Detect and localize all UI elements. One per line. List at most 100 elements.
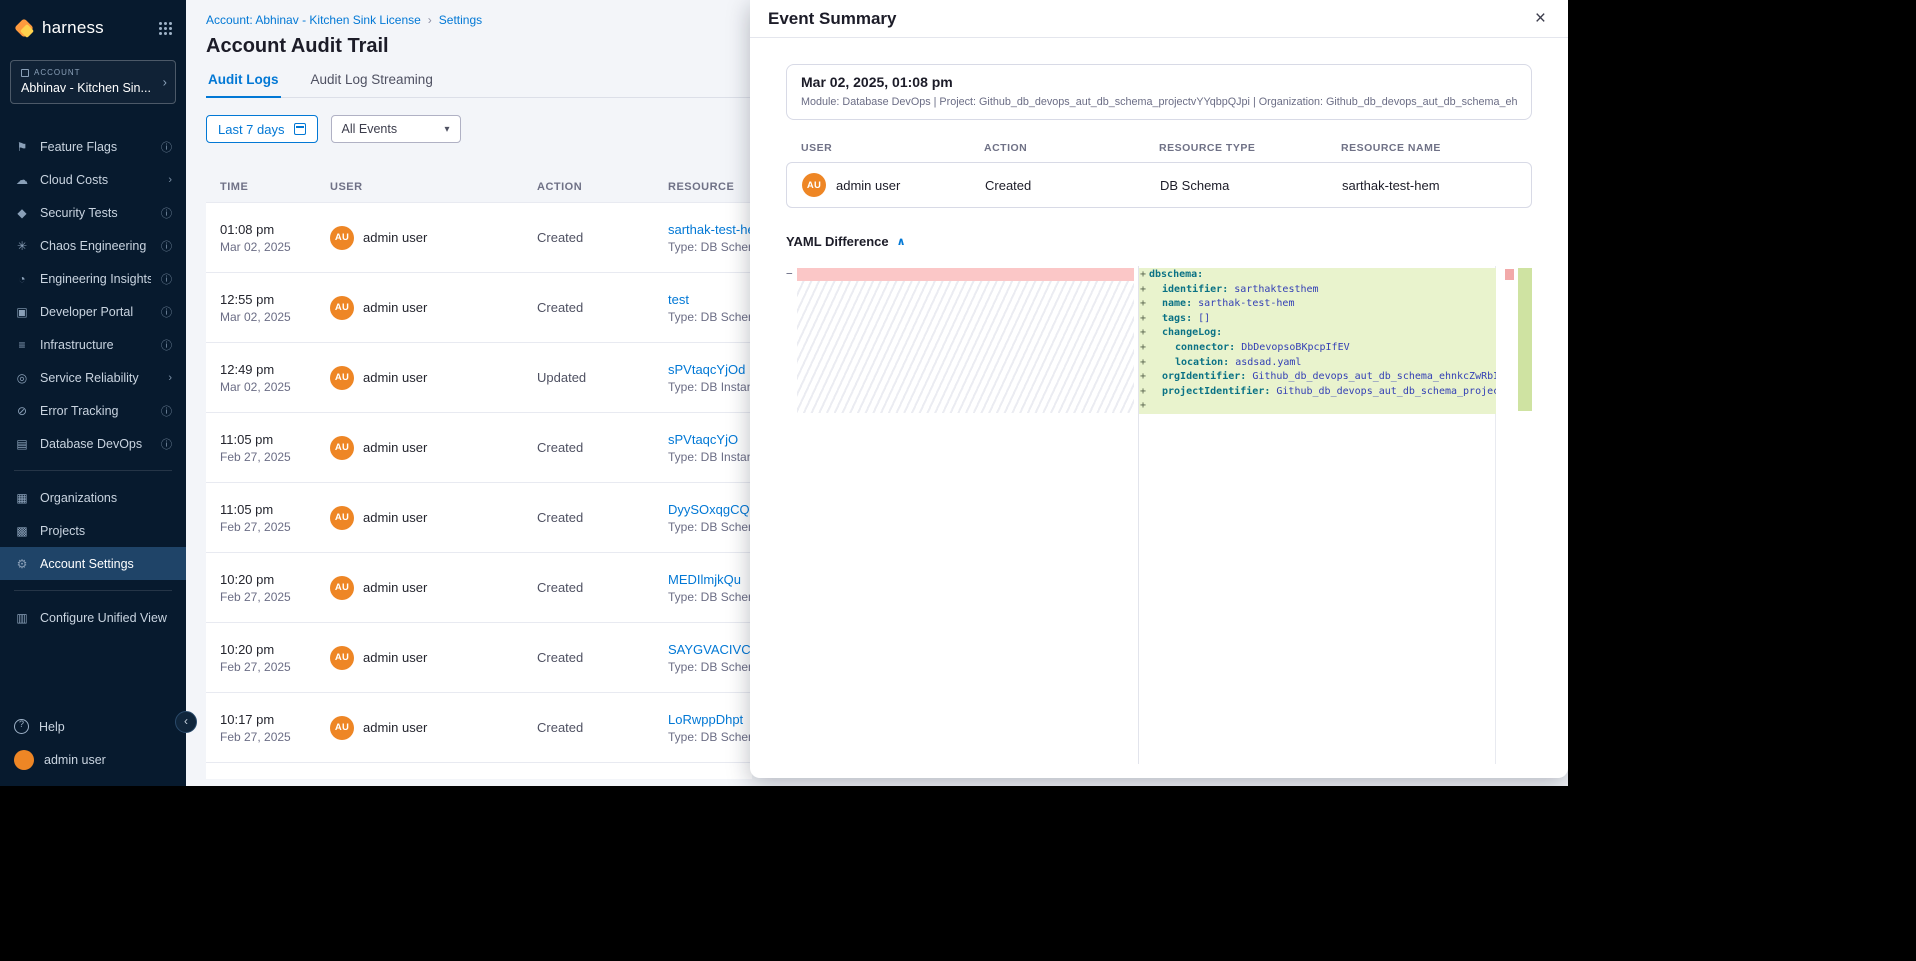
sidebar-item-developer-portal[interactable]: ▣ Developer Portal ⓘ [0,295,186,328]
event-table-row: AU admin user Created DB Schema sarthak-… [786,162,1532,208]
sidebar-item-security-tests[interactable]: ◆ Security Tests ⓘ [0,196,186,229]
row-time: 12:55 pm [220,292,330,307]
plus-marker: + [1139,356,1149,371]
sidebar-item-infrastructure[interactable]: ≡ Infrastructure ⓘ [0,328,186,361]
help-button[interactable]: Help [0,710,186,743]
chevron-right-icon [163,75,167,90]
sidebar-item-chaos-engineering[interactable]: ✳ Chaos Engineering ⓘ [0,229,186,262]
row-date: Feb 27, 2025 [220,590,330,604]
chaos-icon: ✳ [14,239,30,253]
row-action: Updated [537,370,668,385]
event-summary-drawer: Event Summary Mar 02, 2025, 01:08 pm Mod… [750,0,1568,778]
sidebar-item-database-devops[interactable]: ▤ Database DevOps ⓘ [0,427,186,460]
table-row[interactable]: 10:20 pm Feb 27, 2025 AU admin user Crea… [206,623,752,693]
events-filter-select[interactable]: All Events [331,115,461,143]
info-icon: ⓘ [161,139,172,155]
event-action: Created [985,178,1160,193]
diff-empty-hatch [797,281,1134,413]
diff-code: connector: DbDevopsoBKpcpIfEV [1149,341,1496,356]
sidebar-item-account-settings[interactable]: ⚙ Account Settings [0,547,186,580]
diff-added-line: + tags: [] [1139,312,1496,327]
date-range-label: Last 7 days [218,122,285,137]
sidebar-nav-misc: ▥ Configure Unified View [0,601,186,634]
row-time: 01:08 pm [220,222,330,237]
user-cell: AU admin user [330,716,537,740]
row-user: admin user [363,230,427,245]
tab-audit-log-streaming[interactable]: Audit Log Streaming [309,72,435,97]
plus-marker: + [1139,399,1149,414]
col-action: ACTION [984,142,1159,154]
account-label: ACCOUNT [21,68,153,77]
table-row[interactable]: 10:17 pm Feb 27, 2025 AU admin user Crea… [206,693,752,763]
audit-table-header: TIME USER ACTION RESOURCE [206,181,752,193]
time-cell: 11:05 pm Feb 27, 2025 [220,432,330,464]
sidebar: harness ACCOUNT Abhinav - Kitchen Sin...… [0,0,186,786]
breadcrumb-settings-link[interactable]: Settings [439,13,482,27]
app-grid-icon[interactable] [159,22,172,35]
sidebar-nav-modules: ⚑ Feature Flags ⓘ ☁ Cloud Costs › ◆ Secu… [0,130,186,460]
tab-audit-logs[interactable]: Audit Logs [206,72,281,98]
diff-added-line: + location: asdsad.yaml [1139,356,1496,371]
diff-code: name: sarthak-test-hem [1149,297,1496,312]
user-cell: AU admin user [330,646,537,670]
event-meta: Module: Database DevOps | Project: Githu… [801,96,1517,108]
row-date: Feb 27, 2025 [220,450,330,464]
row-user: admin user [363,370,427,385]
col-time: TIME [220,181,330,193]
event-resource-type: DB Schema [1160,178,1342,193]
user-name: admin user [44,753,106,767]
info-icon: ⓘ [161,304,172,320]
sidebar-divider [14,590,172,591]
breadcrumb-account-link[interactable]: Account: Abhinav - Kitchen Sink License [206,13,421,27]
table-row[interactable]: 01:08 pm Mar 02, 2025 AU admin user Crea… [206,203,752,273]
sidebar-item-error-tracking[interactable]: ⊘ Error Tracking ⓘ [0,394,186,427]
plus-marker: + [1139,326,1149,341]
row-date: Mar 02, 2025 [220,380,330,394]
table-row[interactable]: 10:20 pm Feb 27, 2025 AU admin user Crea… [206,553,752,623]
row-action: Created [537,650,668,665]
diff-code: location: asdsad.yaml [1149,356,1496,371]
yaml-difference-toggle[interactable]: YAML Difference [786,232,1532,250]
row-time: 11:05 pm [220,432,330,447]
diff-code: identifier: sarthaktesthem [1149,283,1496,298]
user-menu[interactable]: admin user [0,743,186,776]
diff-code: dbschema: [1149,268,1496,283]
sidebar-item-projects[interactable]: ▩ Projects [0,514,186,547]
row-action: Created [537,440,668,455]
diff-added-line: + orgIdentifier: Github_db_devops_aut_db… [1139,370,1496,385]
sidebar-item-feature-flags[interactable]: ⚑ Feature Flags ⓘ [0,130,186,163]
organizations-icon: ▦ [14,491,30,505]
sidebar-item-organizations[interactable]: ▦ Organizations [0,481,186,514]
sidebar-nav-account: ▦ Organizations ▩ Projects ⚙ Account Set… [0,481,186,580]
row-user: admin user [363,510,427,525]
date-range-button[interactable]: Last 7 days [206,115,318,143]
account-selector[interactable]: ACCOUNT Abhinav - Kitchen Sin... [10,60,176,104]
avatar: AU [802,173,826,197]
plus-marker: + [1139,385,1149,400]
info-icon: ⓘ [161,271,172,287]
chevron-icon: › [168,372,172,384]
close-icon[interactable] [1531,7,1550,30]
avatar: AU [330,366,354,390]
col-action: ACTION [537,181,668,193]
table-row[interactable]: 11:05 pm Feb 27, 2025 AU admin user Crea… [206,413,752,483]
flag-icon: ⚑ [14,140,30,154]
diff-code: tags: [] [1149,312,1496,327]
shield-icon: ◆ [14,206,30,220]
table-row[interactable]: 11:05 pm Feb 27, 2025 AU admin user Crea… [206,483,752,553]
harness-logo-icon [14,18,34,38]
screen: harness ACCOUNT Abhinav - Kitchen Sin...… [0,0,1916,961]
plus-marker: + [1139,283,1149,298]
sidebar-item-engineering-insights[interactable]: ◔ Engineering Insights ⓘ [0,262,186,295]
drawer-body: Mar 02, 2025, 01:08 pm Module: Database … [750,38,1568,764]
sidebar-collapse-button[interactable] [175,711,197,733]
table-row[interactable]: 12:55 pm Mar 02, 2025 AU admin user Crea… [206,273,752,343]
calendar-icon [294,123,306,135]
table-row[interactable]: 12:49 pm Mar 02, 2025 AU admin user Upda… [206,343,752,413]
diff-code: projectIdentifier: Github_db_devops_aut_… [1149,385,1496,400]
sidebar-item-configure-unified-view[interactable]: ▥ Configure Unified View [0,601,186,634]
sidebar-item-cloud-costs[interactable]: ☁ Cloud Costs › [0,163,186,196]
diff-minimap-added[interactable] [1518,268,1532,411]
diff-removed-row: − [786,268,1134,281]
sidebar-item-service-reliability[interactable]: ◎ Service Reliability › [0,361,186,394]
